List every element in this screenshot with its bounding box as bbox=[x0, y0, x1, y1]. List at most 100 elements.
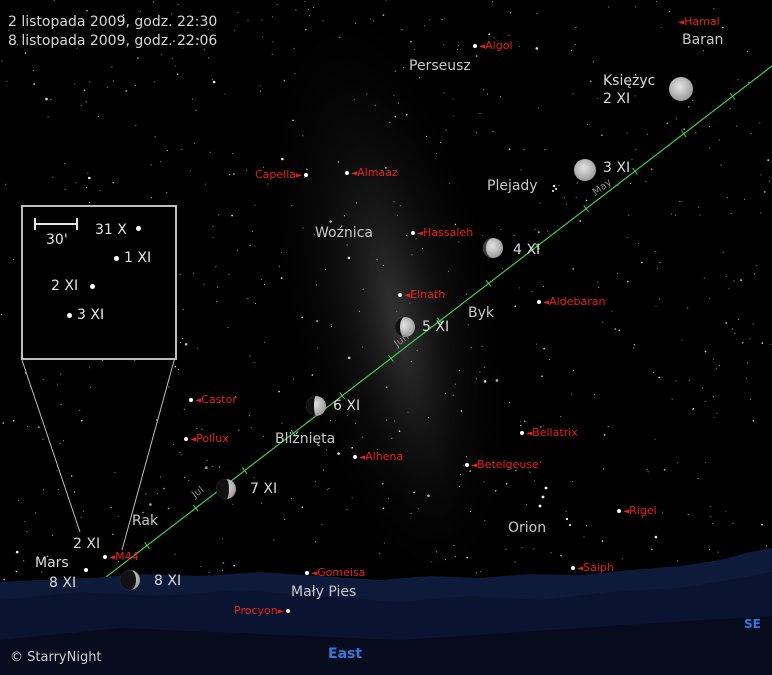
background-star bbox=[3, 578, 6, 581]
background-star bbox=[641, 261, 643, 264]
background-star bbox=[150, 164, 152, 166]
star-betelgeuse: ◄Betelgeuse bbox=[465, 458, 539, 471]
background-star bbox=[576, 182, 578, 184]
background-star bbox=[475, 378, 477, 380]
background-star bbox=[524, 420, 526, 423]
background-star bbox=[159, 476, 161, 478]
background-star bbox=[633, 347, 635, 349]
background-star bbox=[520, 169, 522, 171]
background-star bbox=[43, 489, 44, 491]
background-star bbox=[445, 559, 447, 560]
moon-7xi bbox=[216, 479, 236, 499]
background-star bbox=[418, 77, 420, 79]
background-star bbox=[712, 358, 714, 360]
background-star bbox=[163, 487, 165, 490]
background-star bbox=[454, 383, 456, 385]
background-star bbox=[33, 83, 35, 85]
background-star bbox=[505, 548, 507, 550]
background-star bbox=[502, 268, 503, 269]
background-star bbox=[227, 326, 229, 328]
background-star bbox=[200, 566, 202, 568]
background-star bbox=[281, 422, 283, 424]
background-star bbox=[347, 356, 351, 360]
background-star bbox=[393, 94, 395, 96]
background-star bbox=[134, 360, 136, 361]
background-star bbox=[514, 561, 516, 563]
direction-se: SE bbox=[744, 617, 761, 631]
background-star bbox=[15, 570, 18, 573]
background-star bbox=[393, 420, 395, 422]
background-star bbox=[536, 13, 538, 14]
inset-label-31x: 31 X bbox=[95, 222, 127, 238]
background-star bbox=[203, 49, 205, 51]
star-m44: ◄M44 bbox=[103, 550, 139, 563]
direction-east: East bbox=[328, 646, 363, 662]
background-star bbox=[645, 180, 647, 182]
background-star bbox=[409, 302, 411, 304]
background-star bbox=[764, 191, 766, 193]
background-star bbox=[206, 460, 208, 461]
background-star bbox=[596, 97, 598, 99]
background-star bbox=[47, 116, 49, 118]
background-star bbox=[190, 170, 191, 172]
moon-label-7xi: 7 XI bbox=[250, 481, 278, 497]
background-star bbox=[732, 523, 734, 524]
mars-label-2xi: 2 XI bbox=[73, 536, 101, 552]
inset-dot-3xi bbox=[67, 313, 72, 318]
background-star bbox=[5, 183, 7, 185]
background-star bbox=[668, 11, 670, 13]
background-star bbox=[681, 200, 683, 202]
background-star bbox=[541, 375, 543, 378]
background-star bbox=[449, 182, 451, 184]
background-star bbox=[222, 538, 223, 540]
moon-4xi bbox=[483, 238, 503, 258]
background-star bbox=[89, 386, 91, 388]
background-star bbox=[388, 498, 390, 500]
background-star bbox=[381, 482, 384, 485]
background-star bbox=[304, 28, 307, 31]
background-star bbox=[573, 370, 574, 371]
background-star bbox=[197, 347, 199, 349]
background-star bbox=[346, 509, 348, 510]
background-star bbox=[175, 65, 176, 67]
background-star bbox=[302, 227, 304, 229]
background-star bbox=[657, 267, 658, 269]
background-star bbox=[218, 214, 220, 216]
background-star bbox=[543, 285, 544, 287]
background-star bbox=[718, 139, 720, 141]
background-star bbox=[262, 36, 263, 38]
background-star bbox=[752, 323, 754, 325]
background-star bbox=[725, 510, 727, 512]
background-star bbox=[276, 3, 278, 5]
moon-label-5xi: 5 XI bbox=[422, 319, 450, 335]
inset-label-3xi: 3 XI bbox=[77, 307, 105, 323]
background-star bbox=[184, 343, 188, 346]
background-star bbox=[382, 507, 385, 510]
background-star bbox=[458, 45, 460, 46]
background-star bbox=[650, 168, 653, 171]
background-star bbox=[712, 523, 714, 525]
background-star bbox=[458, 370, 460, 371]
background-star bbox=[500, 228, 502, 230]
background-star bbox=[549, 359, 551, 361]
ecliptic-tick bbox=[729, 92, 736, 100]
date-line-1: 2 listopada 2009, godz. 22:30 bbox=[8, 14, 218, 30]
background-star bbox=[247, 297, 249, 299]
background-star bbox=[160, 54, 162, 56]
background-star bbox=[514, 305, 516, 308]
background-star bbox=[394, 70, 396, 72]
background-star bbox=[720, 164, 722, 166]
background-star bbox=[519, 45, 521, 47]
background-star bbox=[742, 341, 744, 344]
background-star bbox=[520, 421, 522, 423]
background-star bbox=[760, 174, 762, 176]
background-star bbox=[42, 379, 44, 380]
background-star bbox=[683, 128, 685, 130]
background-star bbox=[73, 491, 76, 493]
background-star bbox=[452, 98, 454, 100]
background-star bbox=[385, 0, 387, 1]
background-star bbox=[330, 420, 331, 422]
background-star bbox=[713, 396, 715, 398]
background-star bbox=[301, 316, 303, 319]
background-star bbox=[396, 214, 398, 216]
